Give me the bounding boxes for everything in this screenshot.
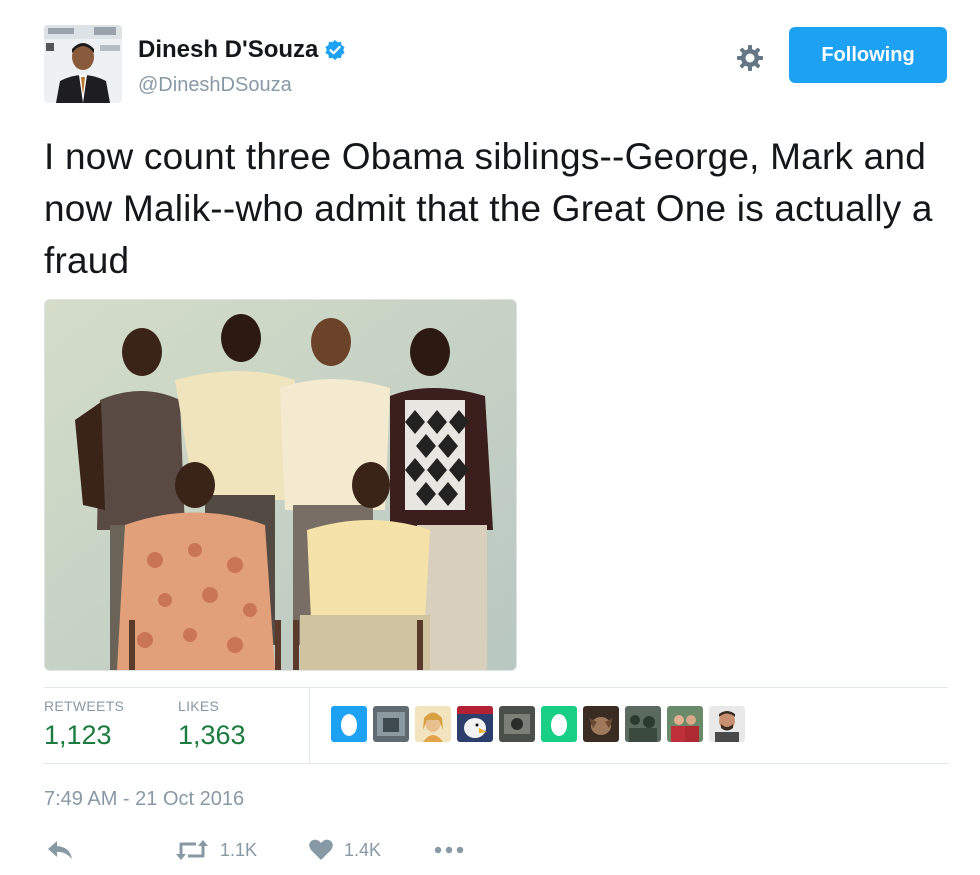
retweet-action[interactable]: 1.1K	[174, 838, 257, 862]
tweet-timestamp[interactable]: 7:49 AM - 21 Oct 2016	[44, 788, 244, 811]
stats-bottom-divider	[44, 763, 948, 764]
likes-count[interactable]: 1,363	[178, 720, 246, 751]
author-avatar[interactable]	[44, 25, 122, 103]
user-avatar[interactable]	[499, 706, 535, 742]
eagle-avatar[interactable]	[457, 706, 493, 742]
stats-separator	[309, 688, 310, 763]
tweet-text: I now count three Obama siblings--George…	[44, 136, 933, 281]
user-avatar[interactable]	[625, 706, 661, 742]
egg-avatar[interactable]	[541, 706, 577, 742]
user-avatar[interactable]	[583, 706, 619, 742]
family-photo-image	[45, 300, 516, 670]
stats-top-divider	[44, 687, 948, 688]
retweet-icon[interactable]	[174, 838, 210, 862]
retweets-label[interactable]: RETWEETS	[44, 698, 124, 714]
author-name-text[interactable]: Dinesh D'Souza	[138, 36, 318, 64]
tweet-photo[interactable]	[44, 299, 517, 671]
avatar-image	[44, 25, 122, 103]
verified-badge-icon	[324, 39, 346, 61]
author-handle[interactable]: @DineshDSouza	[138, 74, 292, 97]
user-avatar[interactable]	[709, 706, 745, 742]
retweet-count[interactable]: 1.1K	[220, 840, 257, 861]
retweets-count[interactable]: 1,123	[44, 720, 112, 751]
likes-label[interactable]: LIKES	[178, 698, 219, 714]
heart-icon[interactable]	[308, 838, 334, 862]
user-avatar[interactable]	[373, 706, 409, 742]
like-count[interactable]: 1.4K	[344, 840, 381, 861]
egg-avatar[interactable]	[331, 706, 367, 742]
liked-by-avatars	[331, 706, 745, 744]
following-button[interactable]: Following	[789, 27, 947, 83]
more-action[interactable]	[432, 838, 466, 862]
author-name[interactable]: Dinesh D'Souza	[138, 36, 346, 64]
reply-icon[interactable]	[46, 838, 74, 862]
user-avatar[interactable]	[667, 706, 703, 742]
reply-action[interactable]	[46, 838, 74, 862]
like-action[interactable]: 1.4K	[308, 838, 381, 862]
user-avatar[interactable]	[415, 706, 451, 742]
gear-icon[interactable]	[734, 42, 766, 74]
more-icon[interactable]	[432, 838, 466, 862]
